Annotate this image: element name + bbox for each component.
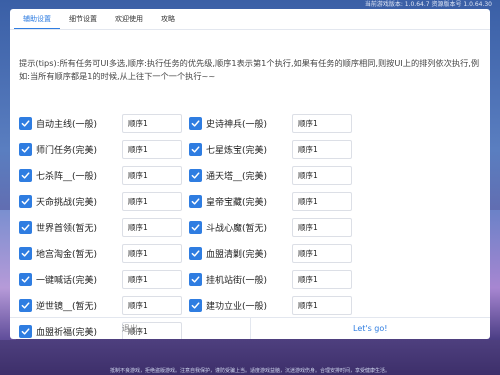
task-row: 世界首领(暂无) 顺序1 斗战心魔(暂无) 顺序1 xyxy=(19,214,399,240)
task-order-select[interactable]: 顺序1 xyxy=(122,295,182,315)
task-order-select[interactable]: 顺序1 xyxy=(122,165,182,185)
task-checkbox[interactable] xyxy=(189,220,202,234)
go-button[interactable]: Let's go! xyxy=(251,318,491,339)
task-order-select[interactable]: 顺序1 xyxy=(122,217,182,237)
task-label: 血盟清剿(完美) xyxy=(206,249,268,260)
task-checkbox[interactable] xyxy=(19,246,32,260)
task-order-select[interactable]: 顺序1 xyxy=(122,269,182,289)
task-checkbox[interactable] xyxy=(189,142,202,156)
task-item: 逆世镜__(暂无) 顺序1 xyxy=(19,295,189,315)
task-row: 天命挑战(完美) 顺序1 皇帝宝藏(完美) 顺序1 xyxy=(19,188,399,214)
task-label: 七星炼宝(完美) xyxy=(206,145,268,156)
bottom-bar: 退出 Let's go! xyxy=(10,317,490,339)
task-checkbox[interactable] xyxy=(189,116,202,130)
task-item: 自动主线(一般) 顺序1 xyxy=(19,113,189,133)
task-order-select[interactable]: 顺序1 xyxy=(122,191,182,211)
task-checkbox[interactable] xyxy=(19,142,32,156)
task-item: 七杀阵__(一般) 顺序1 xyxy=(19,165,189,185)
settings-panel: 辅助设置 细节设置 欢迎使用 攻略 提示(tips):所有任务可UI多选,顺序:… xyxy=(10,9,490,339)
task-item: 世界首领(暂无) 顺序1 xyxy=(19,217,189,237)
task-label: 史诗神兵(一般) xyxy=(206,119,268,130)
task-order-select[interactable]: 顺序1 xyxy=(122,113,182,133)
exit-button[interactable]: 退出 xyxy=(10,318,251,339)
task-label: 天命挑战(完美) xyxy=(36,197,98,208)
task-checkbox[interactable] xyxy=(19,220,32,234)
task-label: 师门任务(完美) xyxy=(36,145,98,156)
task-order-select[interactable]: 顺序1 xyxy=(292,295,352,315)
footer-notice: 抵制不良游戏，拒绝盗版游戏。注意自我保护，谨防受骗上当。适度游戏益脑，沉迷游戏伤… xyxy=(109,368,390,374)
task-order-select[interactable]: 顺序1 xyxy=(122,139,182,159)
task-label: 地宫淘金(暂无) xyxy=(36,249,98,260)
task-label: 自动主线(一般) xyxy=(36,119,98,130)
task-checkbox[interactable] xyxy=(189,272,202,286)
task-label: 通天塔__(完美) xyxy=(206,171,268,182)
task-checkbox[interactable] xyxy=(19,194,32,208)
task-label: 逆世镜__(暂无) xyxy=(36,301,98,312)
task-row: 一键喊话(完美) 顺序1 挂机站街(一般) 顺序1 xyxy=(19,266,399,292)
task-item: 史诗神兵(一般) 顺序1 xyxy=(189,113,359,133)
task-item: 七星炼宝(完美) 顺序1 xyxy=(189,139,359,159)
task-item: 天命挑战(完美) 顺序1 xyxy=(19,191,189,211)
task-order-select[interactable]: 顺序1 xyxy=(292,139,352,159)
task-order-select[interactable]: 顺序1 xyxy=(292,269,352,289)
tab-welcome[interactable]: 欢迎使用 xyxy=(106,9,152,29)
task-item: 皇帝宝藏(完美) 顺序1 xyxy=(189,191,359,211)
tab-detail-settings[interactable]: 细节设置 xyxy=(60,9,106,29)
task-order-select[interactable]: 顺序1 xyxy=(122,243,182,263)
task-item: 血盟清剿(完美) 顺序1 xyxy=(189,243,359,263)
task-order-select[interactable]: 顺序1 xyxy=(292,243,352,263)
task-item: 通天塔__(完美) 顺序1 xyxy=(189,165,359,185)
task-checkbox[interactable] xyxy=(19,298,32,312)
task-order-select[interactable]: 顺序1 xyxy=(292,217,352,237)
task-checkbox[interactable] xyxy=(189,298,202,312)
tab-bar: 辅助设置 细节设置 欢迎使用 攻略 xyxy=(10,9,490,30)
task-checkbox[interactable] xyxy=(189,246,202,260)
task-checkbox[interactable] xyxy=(189,168,202,182)
task-item: 地宫淘金(暂无) 顺序1 xyxy=(19,243,189,263)
task-order-select[interactable]: 顺序1 xyxy=(292,191,352,211)
task-label: 斗战心魔(暂无) xyxy=(206,223,268,234)
task-item: 斗战心魔(暂无) 顺序1 xyxy=(189,217,359,237)
task-label: 建功立业(一般) xyxy=(206,301,268,312)
task-label: 一键喊话(完美) xyxy=(36,275,98,286)
task-label: 七杀阵__(一般) xyxy=(36,171,98,182)
tab-guide[interactable]: 攻略 xyxy=(152,9,184,29)
task-label: 皇帝宝藏(完美) xyxy=(206,197,268,208)
task-item: 建功立业(一般) 顺序1 xyxy=(189,295,359,315)
tip-text: 提示(tips):所有任务可UI多选,顺序:执行任务的优先级,顺序1表示第1个执… xyxy=(19,58,480,81)
task-checkbox[interactable] xyxy=(189,194,202,208)
task-label: 挂机站街(一般) xyxy=(206,275,268,286)
task-checkbox[interactable] xyxy=(19,116,32,130)
task-checkbox[interactable] xyxy=(19,272,32,286)
task-checkbox[interactable] xyxy=(19,168,32,182)
task-label: 世界首领(暂无) xyxy=(36,223,98,234)
task-row: 七杀阵__(一般) 顺序1 通天塔__(完美) 顺序1 xyxy=(19,162,399,188)
task-row: 地宫淘金(暂无) 顺序1 血盟清剿(完美) 顺序1 xyxy=(19,240,399,266)
task-row: 师门任务(完美) 顺序1 七星炼宝(完美) 顺序1 xyxy=(19,136,399,162)
task-row: 逆世镜__(暂无) 顺序1 建功立业(一般) 顺序1 xyxy=(19,292,399,318)
task-order-select[interactable]: 顺序1 xyxy=(292,165,352,185)
task-item: 一键喊话(完美) 顺序1 xyxy=(19,269,189,289)
tab-assist-settings[interactable]: 辅助设置 xyxy=(14,9,60,29)
task-item: 师门任务(完美) 顺序1 xyxy=(19,139,189,159)
task-row: 自动主线(一般) 顺序1 史诗神兵(一般) 顺序1 xyxy=(19,110,399,136)
task-item: 挂机站街(一般) 顺序1 xyxy=(189,269,359,289)
task-grid: 自动主线(一般) 顺序1 史诗神兵(一般) 顺序1 师门任务(完美) 顺序1 七星炼宝(完美… xyxy=(19,110,399,339)
task-order-select[interactable]: 顺序1 xyxy=(292,113,352,133)
